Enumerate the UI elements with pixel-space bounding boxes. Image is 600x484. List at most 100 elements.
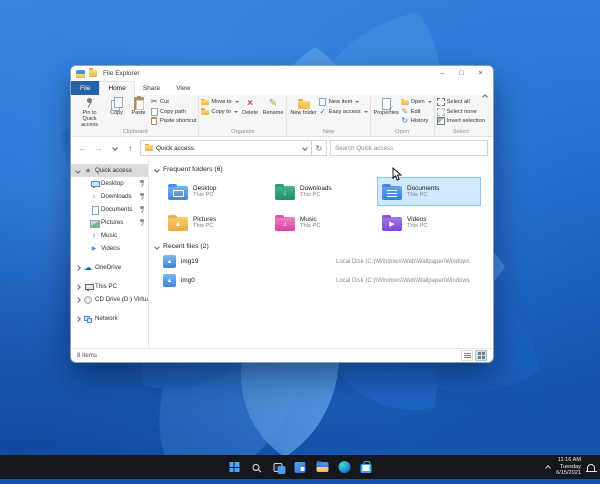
minimize-button[interactable]: – (435, 67, 450, 80)
icons-view-button[interactable] (475, 350, 487, 361)
sidebar-item-onedrive[interactable]: ☁ OneDrive (71, 261, 148, 274)
new-folder-button[interactable]: New folder (289, 96, 317, 117)
group-label-open: Open (395, 129, 410, 135)
select-none-button[interactable]: Select none (436, 107, 485, 116)
select-all-button[interactable]: Select all (436, 98, 485, 106)
task-view-button[interactable] (270, 459, 287, 476)
copy-path-button[interactable]: Copy path (150, 107, 196, 116)
delete-button[interactable]: × Delete (240, 96, 261, 117)
select-none-icon (436, 107, 445, 116)
recent-files-header[interactable]: Recent files (2) (154, 243, 487, 250)
collapse-chevron-icon[interactable] (75, 284, 81, 290)
back-button[interactable]: ← (76, 142, 89, 155)
navigation-pane: ★ Quick access Desktop ↓ Downloads Docum… (71, 159, 149, 348)
dropdown-caret-icon (363, 110, 368, 113)
up-button[interactable]: ↑ (124, 142, 137, 155)
dropdown-caret-icon (427, 101, 432, 103)
folder-tile-downloads[interactable]: ↓ Downloads This PC (270, 177, 374, 206)
quick-access-toolbar-folder-icon[interactable] (89, 68, 97, 77)
recent-locations-dropdown[interactable] (108, 142, 121, 155)
pin-icon (139, 205, 145, 214)
copy-button[interactable]: Copy (106, 96, 127, 117)
tab-share[interactable]: Share (135, 81, 168, 95)
image-file-icon: ▲ (163, 274, 176, 287)
taskbar-clock[interactable]: 11:16 AM Tuesday 6/15/2021 (556, 457, 581, 476)
folder-tile-documents[interactable]: Documents This PC (377, 177, 481, 206)
notifications-bell-icon[interactable] (586, 464, 597, 472)
sidebar-item-videos[interactable]: ▶ Videos (71, 242, 148, 255)
forward-button[interactable]: → (92, 142, 105, 155)
collapse-chevron-icon[interactable] (75, 297, 81, 303)
refresh-button[interactable]: ↻ (312, 140, 327, 156)
sidebar-item-network[interactable]: Network (71, 312, 148, 325)
clock-date: 6/15/2021 (556, 470, 581, 477)
group-label-clipboard: Clipboard (122, 129, 148, 136)
invert-selection-button[interactable]: Invert selection (436, 117, 485, 125)
new-item-button[interactable]: New item (319, 98, 368, 106)
open-button[interactable]: Open (400, 98, 432, 106)
sidebar-item-music[interactable]: ♪ Music (71, 229, 148, 242)
title-bar[interactable]: File Explorer – □ × (71, 66, 493, 81)
tray-overflow-chevron-icon[interactable] (545, 465, 551, 471)
ribbon-group-open: ✓ Properties Open ✎ Edit ↻ History Open (371, 96, 435, 136)
file-menu-button[interactable]: File (71, 81, 100, 95)
easy-access-button[interactable]: ✓ Easy access (319, 107, 368, 116)
sidebar-item-this-pc[interactable]: This PC (71, 280, 148, 293)
edge-button[interactable] (336, 459, 353, 476)
collapse-chevron-icon[interactable] (75, 316, 81, 322)
history-button[interactable]: ↻ History (401, 117, 432, 125)
close-button[interactable]: × (473, 67, 488, 80)
folder-tile-videos[interactable]: ▶ Videos This PC (377, 208, 481, 237)
dropdown-caret-icon (355, 101, 360, 103)
move-to-button[interactable]: Move to (201, 98, 239, 106)
properties-button[interactable]: ✓ Properties (373, 96, 400, 117)
cut-button[interactable]: ✂ Cut (150, 98, 196, 106)
address-dropdown-icon[interactable] (302, 145, 308, 151)
folder-tile-desktop[interactable]: Desktop This PC (163, 177, 267, 206)
ribbon-collapse-button[interactable] (482, 86, 488, 104)
sidebar-item-downloads[interactable]: ↓ Downloads (71, 190, 148, 203)
taskbar-center-icons (226, 455, 375, 479)
start-button[interactable] (226, 459, 243, 476)
copy-to-button[interactable]: Copy to (201, 108, 238, 116)
sidebar-item-desktop[interactable]: Desktop (71, 177, 148, 190)
widgets-button[interactable] (292, 459, 309, 476)
store-button[interactable] (358, 459, 375, 476)
sidebar-item-cd-drive[interactable]: CD Drive (D:) Virtual (71, 293, 148, 306)
folder-tile-music[interactable]: ♪ Music This PC (270, 208, 374, 237)
ribbon-group-select: Select all Select none Invert selection … (435, 96, 487, 136)
ribbon-group-clipboard: Pin to Quick access Copy Paste ✂ Cut Cop… (72, 96, 200, 136)
pin-to-quick-access-button[interactable]: Pin to Quick access (74, 96, 105, 128)
address-bar[interactable]: Quick access (140, 140, 312, 156)
tab-home[interactable]: Home (99, 81, 135, 95)
frequent-folders-header[interactable]: Frequent folders (6) (154, 166, 487, 173)
window-title: File Explorer (103, 70, 140, 77)
edit-button[interactable]: ✎ Edit (401, 106, 432, 116)
icons-view-icon (477, 352, 485, 359)
edit-icon: ✎ (401, 106, 409, 116)
search-button[interactable] (248, 459, 265, 476)
paste-icon (133, 96, 144, 110)
group-label-organize: Organize (231, 129, 255, 135)
search-input[interactable] (330, 140, 488, 156)
paste-shortcut-button[interactable]: Paste shortcut (150, 117, 196, 125)
file-explorer-button[interactable] (314, 459, 331, 476)
invert-selection-icon (436, 117, 445, 125)
recent-file-row[interactable]: ▲ img19 Local Disk (C:)\Windows\Web\Wall… (163, 254, 487, 269)
ribbon-group-new: New folder New item ✓ Easy access New (287, 96, 371, 136)
recent-file-row[interactable]: ▲ img0 Local Disk (C:)\Windows\Web\Wallp… (163, 273, 487, 288)
downloads-folder-icon: ↓ (275, 183, 295, 200)
tab-view[interactable]: View (168, 81, 198, 95)
rename-button[interactable]: ✎ Rename (262, 96, 285, 117)
sidebar-item-pictures[interactable]: Pictures (71, 216, 148, 229)
sidebar-item-quick-access[interactable]: ★ Quick access (71, 164, 148, 177)
folder-tile-pictures[interactable]: ▲ Pictures This PC (163, 208, 267, 237)
paste-button[interactable]: Paste (128, 96, 149, 117)
expand-chevron-icon[interactable] (75, 168, 81, 174)
sidebar-item-documents[interactable]: Documents (71, 203, 148, 216)
file-explorer-window: File Explorer – □ × File Home Share View… (70, 65, 494, 363)
collapse-chevron-icon[interactable] (75, 265, 81, 271)
details-view-button[interactable] (461, 350, 473, 361)
maximize-button[interactable]: □ (454, 67, 469, 80)
new-folder-icon (297, 98, 310, 109)
